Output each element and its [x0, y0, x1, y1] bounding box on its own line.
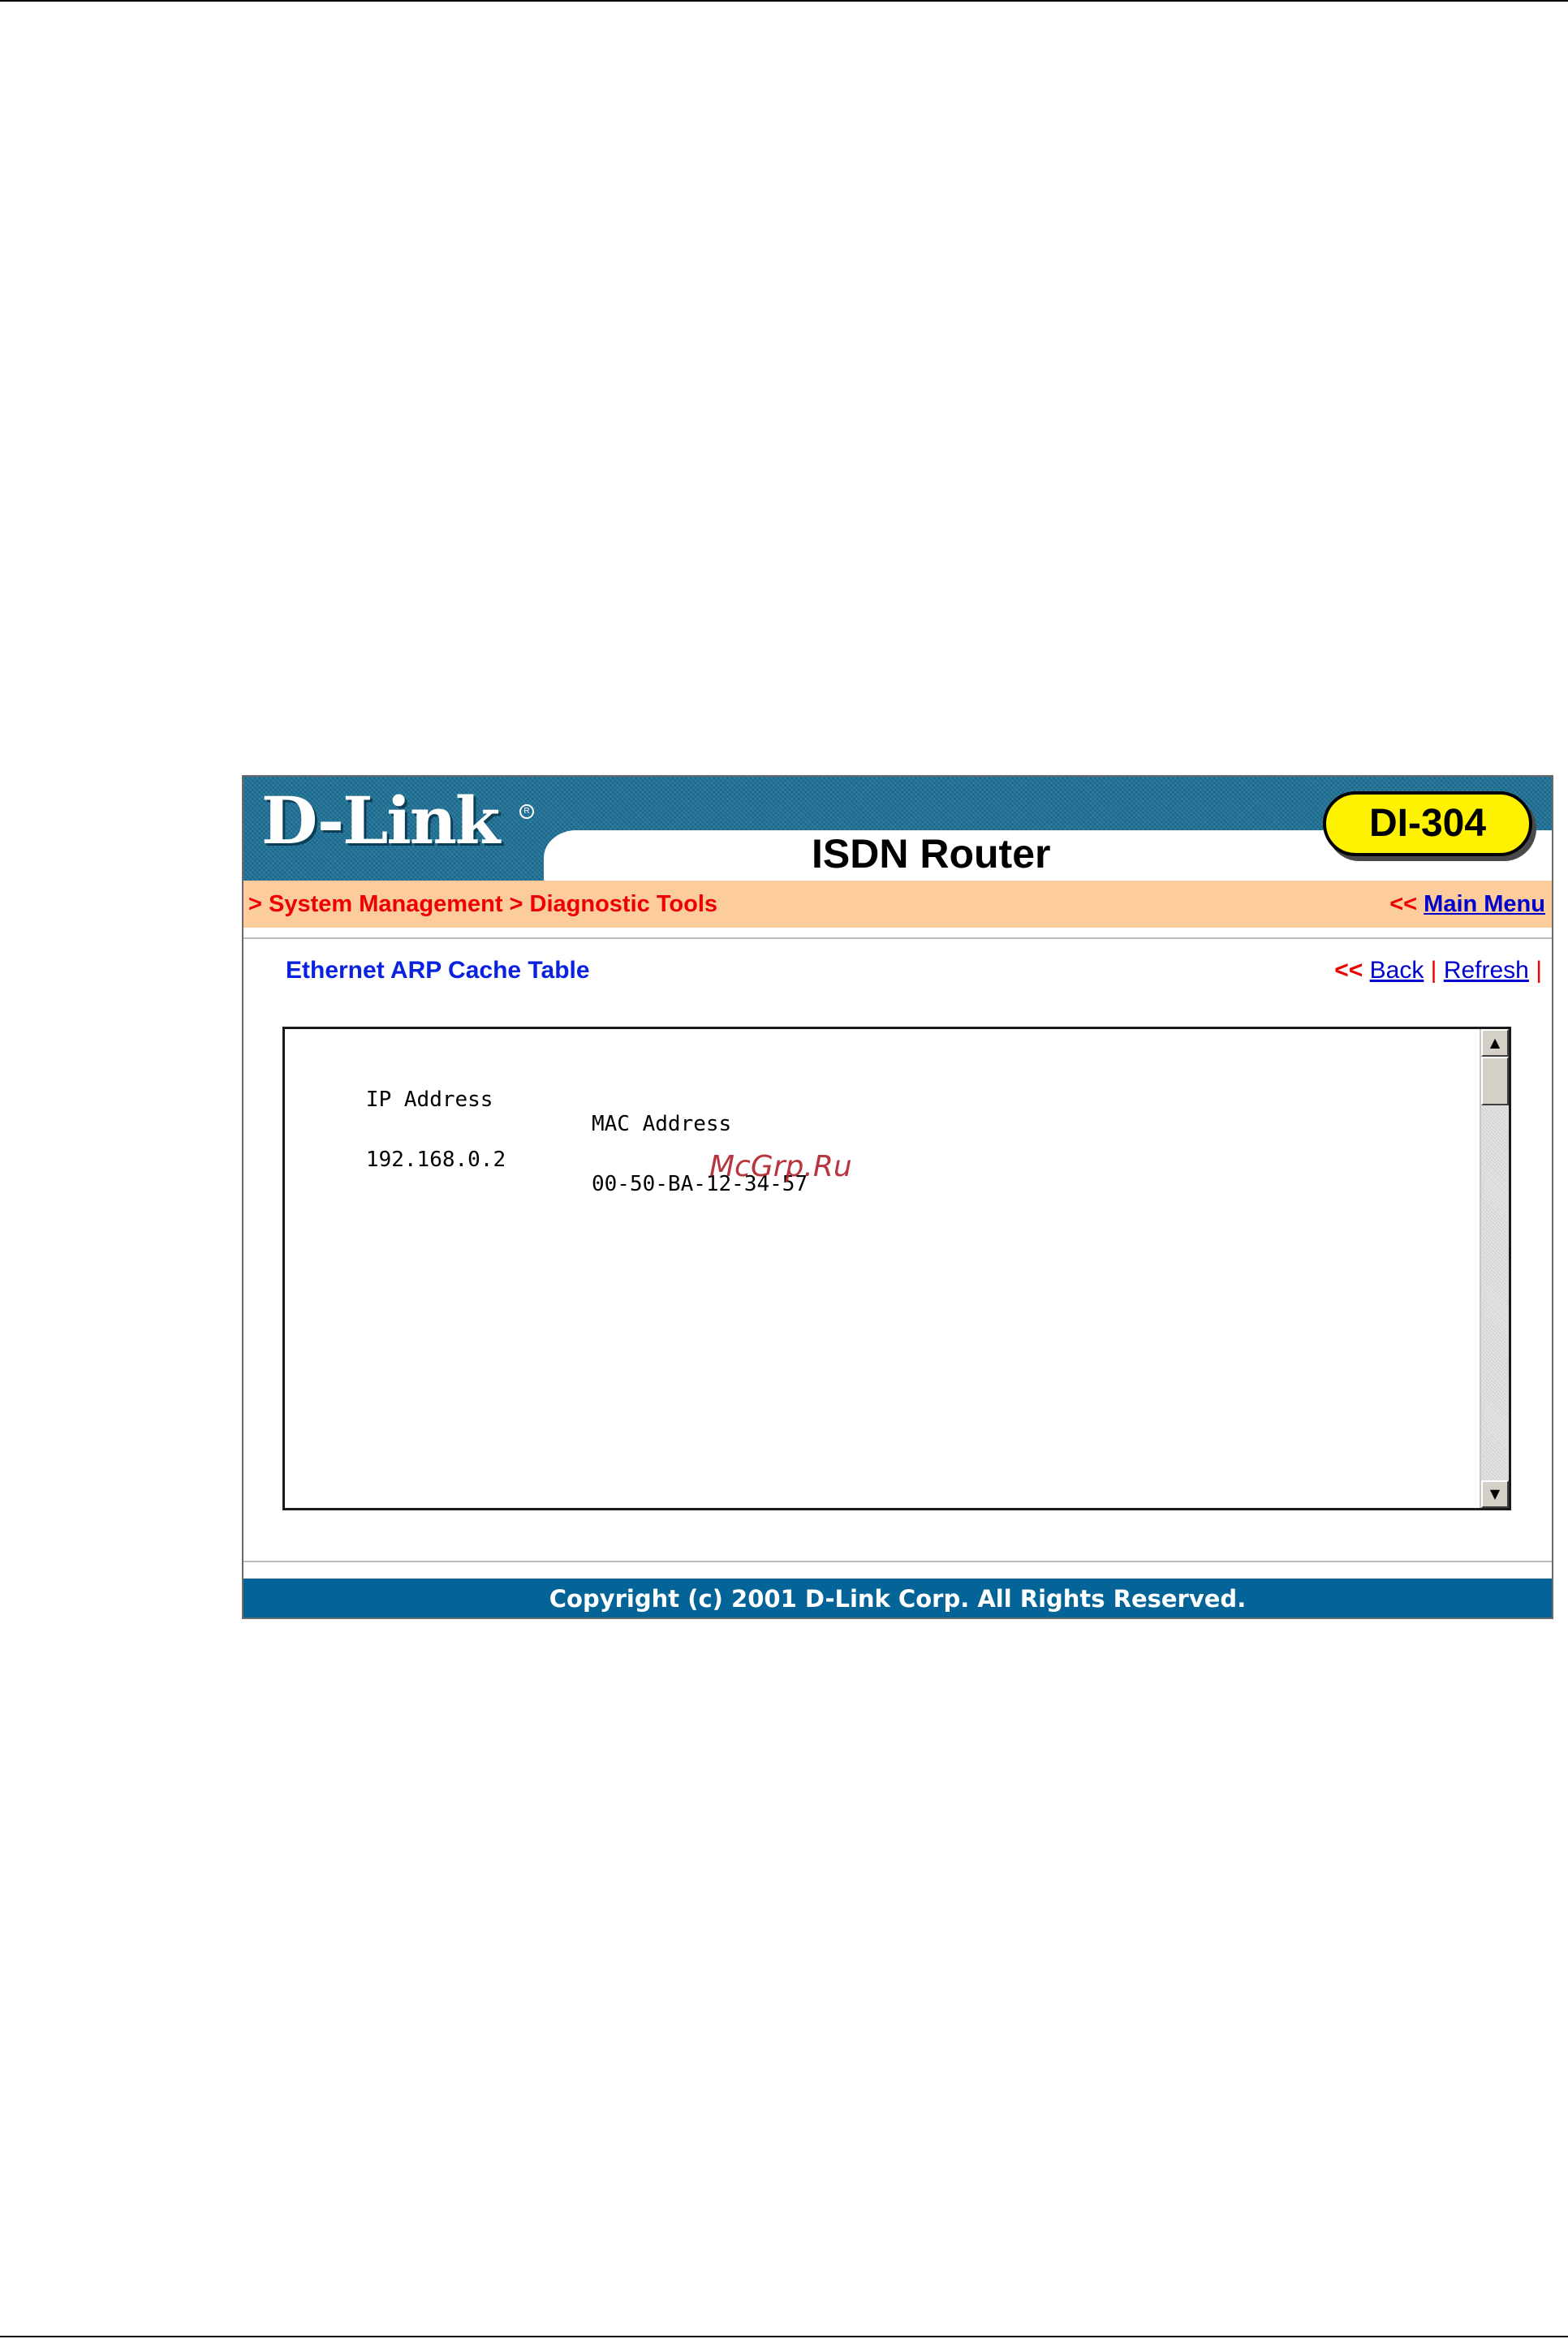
mac-address-header: MAC Address — [592, 1112, 732, 1136]
double-chevron-left-icon: << — [1334, 957, 1363, 984]
registered-mark-icon: R — [519, 804, 534, 819]
watermark: McGrp.Ru — [709, 1150, 852, 1183]
ip-address-header: IP Address — [365, 1088, 493, 1112]
footer-divider — [243, 1561, 1552, 1562]
ip-address-cell: 192.168.0.2 — [365, 1148, 506, 1172]
vertical-scrollbar[interactable]: ▲ ▼ — [1480, 1029, 1509, 1508]
header-banner: D-Link R ISDN Router DI-304 — [243, 777, 1552, 881]
page-bottom-rule — [0, 2336, 1568, 2337]
link-separator: | — [1430, 957, 1437, 984]
nav-divider — [243, 937, 1552, 939]
scroll-down-arrow-icon[interactable]: ▼ — [1481, 1480, 1509, 1508]
page-top-rule — [0, 0, 1568, 2]
navigation-bar: > System Management > Diagnostic Tools <… — [243, 881, 1552, 928]
double-chevron-left-icon: << — [1389, 891, 1418, 917]
scrollbar-thumb[interactable] — [1481, 1057, 1509, 1105]
refresh-link[interactable]: Refresh — [1444, 957, 1529, 984]
table-row: 192.168.0.2 00-50-BA-12-34-57 — [290, 1123, 808, 1221]
back-link[interactable]: Back — [1370, 957, 1424, 984]
scroll-up-arrow-icon[interactable]: ▲ — [1481, 1029, 1509, 1057]
router-web-ui: D-Link R ISDN Router DI-304 > System Man… — [242, 775, 1553, 1619]
arp-cache-textarea[interactable]: IP Address MAC Address 192.168.0.2 00-50… — [282, 1027, 1511, 1510]
link-separator: | — [1536, 957, 1542, 984]
page-title: Ethernet ARP Cache Table — [286, 957, 590, 984]
dlink-logo: D-Link — [261, 782, 500, 859]
main-menu-nav: << Main Menu — [1389, 881, 1545, 928]
main-menu-link[interactable]: Main Menu — [1424, 891, 1545, 917]
model-badge: DI-304 — [1323, 791, 1532, 856]
page-actions: << Back | Refresh | — [1334, 957, 1542, 984]
footer-copyright: Copyright (c) 2001 D-Link Corp. All Righ… — [243, 1579, 1552, 1617]
breadcrumb: > System Management > Diagnostic Tools — [248, 891, 718, 917]
product-title: ISDN Router — [812, 831, 1051, 877]
